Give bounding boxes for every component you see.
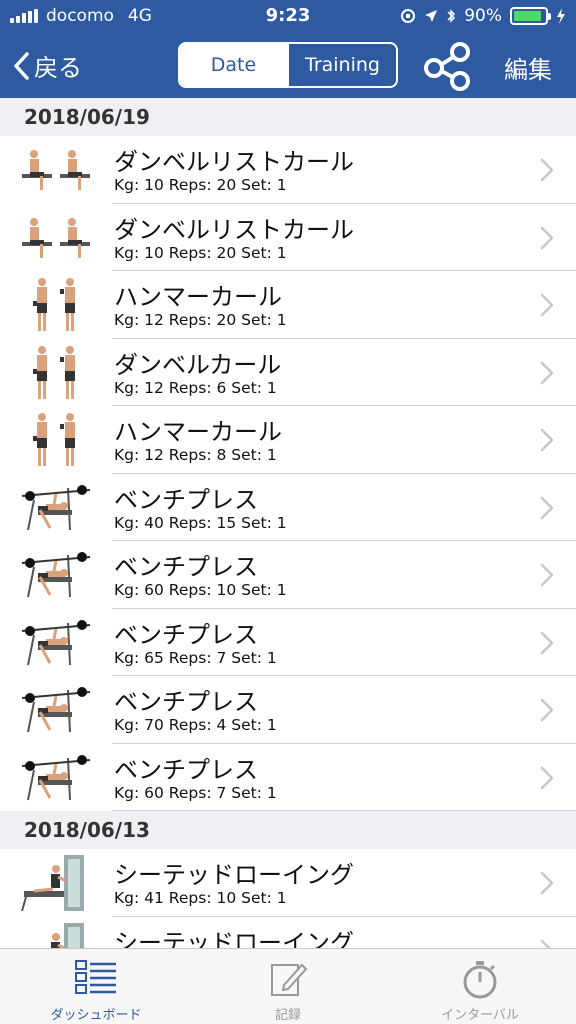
top-bar: docomo 4G 9:23 90% 戻る Date Training 編集 — [0, 0, 576, 98]
exercise-row[interactable]: ダンベルリストカール Kg: 10 Reps: 20 Set: 1 — [0, 203, 576, 271]
chevron-right-icon — [540, 563, 554, 587]
chevron-right-icon — [540, 361, 554, 384]
battery-percent: 90% — [464, 6, 502, 26]
tab-interval[interactable]: インターバル — [384, 949, 576, 1024]
stopwatch-icon — [463, 961, 497, 999]
segment-training[interactable]: Training — [287, 44, 396, 86]
exercise-name: ハンマーカール — [114, 418, 282, 446]
dashboard-icon — [75, 960, 116, 994]
exercise-image — [21, 754, 91, 800]
exercise-name: ベンチプレス — [114, 688, 258, 716]
exercise-detail: Kg: 70 Reps: 4 Set: 1 — [114, 716, 277, 734]
charging-icon — [557, 8, 565, 24]
bluetooth-icon — [447, 9, 456, 23]
exercise-name: ベンチプレス — [114, 553, 258, 581]
exercise-name: ベンチプレス — [114, 485, 258, 514]
record-edit-icon — [271, 963, 308, 996]
exercise-image — [21, 687, 91, 733]
chevron-right-icon — [540, 698, 554, 722]
exercise-image — [33, 345, 75, 399]
back-label: 戻る — [34, 54, 82, 82]
exercise-detail: Kg: 12 Reps: 20 Set: 1 — [114, 311, 287, 329]
lock-rotation-icon — [401, 9, 416, 23]
date-section-header: 2018/06/13 — [0, 811, 576, 849]
exercise-row[interactable]: シーテッドローイング Kg: 41 Reps: 10 Set: 1 — [0, 849, 576, 917]
exercise-detail: Kg: 41 Reps: 10 Set: 1 — [114, 889, 287, 907]
tab-label: インターバル — [441, 1008, 519, 1023]
exercise-image — [21, 484, 91, 530]
exercise-image — [33, 413, 75, 466]
exercise-image — [22, 150, 90, 190]
exercise-row[interactable]: ベンチプレス Kg: 40 Reps: 15 Set: 1 — [0, 473, 576, 541]
exercise-name: シーテッドローイング — [114, 861, 354, 889]
exercise-row[interactable]: ベンチプレス Kg: 60 Reps: 10 Set: 1 — [0, 541, 576, 609]
exercise-row[interactable]: ダンベルカール Kg: 12 Reps: 6 Set: 1 — [0, 338, 576, 406]
date-section-header: 2018/06/19 — [0, 98, 576, 136]
exercise-detail: Kg: 65 Reps: 7 Set: 1 — [114, 648, 277, 667]
exercise-image — [21, 619, 91, 665]
exercise-row[interactable]: ベンチプレス Kg: 70 Reps: 4 Set: 1 — [0, 676, 576, 744]
chevron-right-icon — [540, 226, 554, 249]
exercise-detail: Kg: 12 Reps: 8 Set: 1 — [114, 446, 277, 464]
chevron-right-icon — [540, 871, 554, 895]
location-icon — [425, 10, 438, 22]
exercise-name: ダンベルリストカール — [114, 148, 354, 176]
exercise-detail: Kg: 12 Reps: 6 Set: 1 — [114, 378, 277, 397]
segment-date[interactable]: Date — [180, 44, 287, 86]
back-button[interactable]: 戻る — [12, 48, 82, 83]
chevron-right-icon — [540, 428, 554, 452]
exercise-image — [22, 217, 90, 258]
exercise-row[interactable]: ハンマーカール Kg: 12 Reps: 20 Set: 1 — [0, 271, 576, 339]
navigation-bar: 戻る Date Training 編集 — [0, 34, 576, 98]
tab-label: 記録 — [274, 1008, 301, 1023]
share-icon[interactable] — [422, 40, 474, 92]
edit-button[interactable]: 編集 — [504, 50, 552, 85]
exercise-name: シーテッドローイング — [114, 928, 354, 949]
chevron-left-icon — [14, 51, 29, 80]
exercise-image — [21, 855, 84, 911]
exercise-row[interactable]: シーテッドローイング — [0, 916, 576, 949]
chevron-right-icon — [540, 158, 554, 182]
tab-dashboard[interactable]: ダッシュボード — [0, 949, 192, 1024]
exercise-name: ダンベルリストカール — [114, 215, 354, 244]
exercise-row[interactable]: ダンベルリストカール Kg: 10 Reps: 20 Set: 1 — [0, 136, 576, 204]
chevron-right-icon — [540, 939, 552, 948]
exercise-detail: Kg: 10 Reps: 20 Set: 1 — [114, 176, 287, 194]
status-bar: docomo 4G 9:23 90% — [0, 0, 576, 34]
exercise-name: ダンベルカール — [114, 350, 282, 379]
exercise-name: ベンチプレス — [114, 755, 258, 784]
exercise-image — [33, 278, 75, 331]
exercise-row[interactable]: ベンチプレス Kg: 65 Reps: 7 Set: 1 — [0, 608, 576, 676]
chevron-right-icon — [540, 766, 554, 789]
workout-log-list: 2018/06/19 ダンベルリストカール Kg: 10 Reps: 20 Set:… — [0, 98, 576, 948]
tab-bar: ダッシュボード 記録 インターバル — [0, 948, 576, 1024]
exercise-image — [21, 552, 91, 598]
exercise-name: ハンマーカール — [114, 283, 282, 311]
tab-record[interactable]: 記録 — [192, 949, 384, 1024]
view-segmented-control: Date Training — [178, 42, 398, 88]
exercise-row[interactable]: ベンチプレス Kg: 60 Reps: 7 Set: 1 — [0, 743, 576, 811]
tab-label: ダッシュボード — [50, 1008, 142, 1023]
exercise-name: ベンチプレス — [114, 620, 258, 649]
chevron-right-icon — [540, 496, 554, 519]
exercise-image — [51, 922, 84, 948]
exercise-row[interactable]: ハンマーカール Kg: 12 Reps: 8 Set: 1 — [0, 406, 576, 474]
exercise-detail: Kg: 60 Reps: 10 Set: 1 — [114, 581, 287, 599]
battery-icon — [510, 7, 551, 25]
chevron-right-icon — [540, 293, 554, 317]
exercise-detail: Kg: 40 Reps: 15 Set: 1 — [114, 513, 287, 532]
chevron-right-icon — [540, 631, 554, 654]
exercise-detail: Kg: 10 Reps: 20 Set: 1 — [114, 243, 287, 262]
exercise-detail: Kg: 60 Reps: 7 Set: 1 — [114, 783, 277, 802]
